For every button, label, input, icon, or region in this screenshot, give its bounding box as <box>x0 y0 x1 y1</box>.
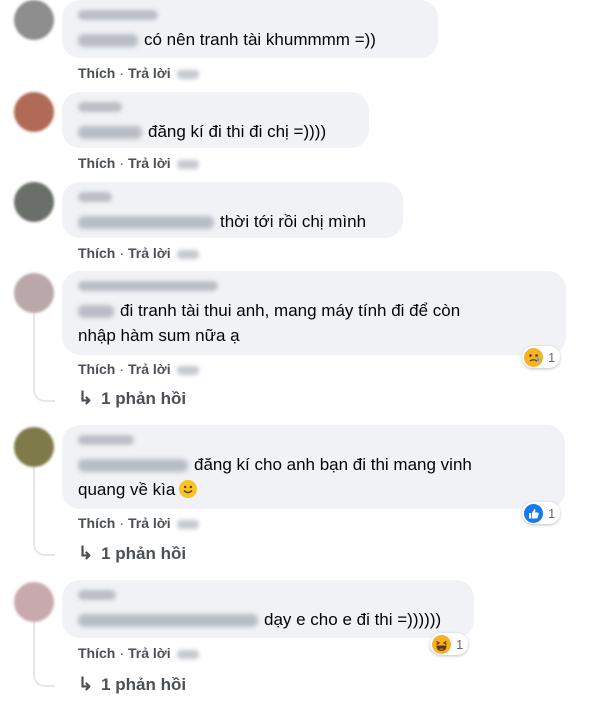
reaction-count: 1 <box>456 636 464 652</box>
timestamp-blurred <box>176 249 199 259</box>
avatar[interactable] <box>14 92 54 132</box>
author-name-blurred[interactable] <box>78 102 122 112</box>
reaction-summary[interactable]: 1 <box>522 346 561 368</box>
sad-reaction-icon <box>524 347 543 367</box>
comment-text: đăng kí đi thi đi chị =)))) <box>148 122 327 141</box>
comment-bubble: đăng kí đi thi đi chị =)))) <box>62 92 369 148</box>
author-name-blurred[interactable] <box>78 435 134 445</box>
reaction-summary[interactable]: 1 <box>430 633 469 655</box>
comment-actions: Thích · Trả lời <box>78 155 199 171</box>
timestamp-blurred <box>176 519 199 529</box>
comment-actions: Thích · Trả lời <box>78 361 199 377</box>
timestamp-blurred <box>176 649 199 659</box>
reaction-summary[interactable]: 1 <box>522 502 561 524</box>
replies-count: 1 phản hồi <box>101 544 187 563</box>
timestamp-blurred <box>176 365 199 375</box>
reply-arrow-icon: ↳ <box>78 543 94 563</box>
reply-link[interactable]: Trả lời <box>128 515 171 531</box>
avatar[interactable] <box>14 182 54 222</box>
reply-arrow-icon: ↳ <box>78 674 94 694</box>
reply-link[interactable]: Trả lời <box>128 65 171 81</box>
like-reaction-icon <box>524 503 543 523</box>
avatar[interactable] <box>14 582 54 622</box>
view-replies-link[interactable]: ↳ 1 phản hồi <box>78 388 186 409</box>
mention-blurred[interactable] <box>78 614 258 628</box>
like-link[interactable]: Thích <box>78 155 115 171</box>
author-name-blurred[interactable] <box>78 10 158 20</box>
replies-count: 1 phản hồi <box>101 389 187 408</box>
comment-bubble: đăng kí cho anh bạn đi thi mang vinh qua… <box>62 425 565 509</box>
reply-link[interactable]: Trả lời <box>128 155 171 171</box>
reaction-count: 1 <box>548 349 556 365</box>
view-replies-link[interactable]: ↳ 1 phản hồi <box>78 674 186 695</box>
comment-actions: Thích · Trả lời <box>78 645 199 661</box>
comment-text-line2: quang về kìa <box>78 480 176 499</box>
comment-text-line1: đăng kí cho anh bạn đi thi mang vinh <box>194 455 472 474</box>
haha-reaction-icon <box>432 634 451 654</box>
author-name-blurred[interactable] <box>78 192 112 202</box>
like-link[interactable]: Thích <box>78 65 115 81</box>
avatar[interactable] <box>14 0 54 40</box>
author-name-blurred[interactable] <box>78 590 116 600</box>
reply-link[interactable]: Trả lời <box>128 645 171 661</box>
like-link[interactable]: Thích <box>78 645 115 661</box>
comment-text: thời tới rồi chị mình <box>220 212 367 231</box>
comment-bubble: thời tới rồi chị mình <box>62 182 403 238</box>
comment-actions: Thích · Trả lời <box>78 245 199 261</box>
mention-blurred[interactable] <box>78 305 114 319</box>
timestamp-blurred <box>176 69 199 79</box>
replies-count: 1 phản hồi <box>101 675 187 694</box>
reaction-count: 1 <box>548 505 556 521</box>
avatar[interactable] <box>14 427 54 467</box>
thread-line <box>33 622 35 667</box>
mention-blurred[interactable] <box>78 34 138 48</box>
comment-text-line2: nhập hàm sum nữa ạ <box>78 326 240 345</box>
comment-bubble: đi tranh tài thui anh, mang máy tính đi … <box>62 271 566 355</box>
comment-text: dạy e cho e đi thi =)))))) <box>264 610 442 629</box>
comment-text: có nên tranh tài khummmm =)) <box>144 30 376 49</box>
author-name-blurred[interactable] <box>78 281 218 291</box>
timestamp-blurred <box>176 159 199 169</box>
thread-curve <box>33 667 55 687</box>
thread-curve <box>33 536 55 556</box>
comment-bubble: dạy e cho e đi thi =)))))) <box>62 580 474 638</box>
view-replies-link[interactable]: ↳ 1 phản hồi <box>78 543 186 564</box>
reply-link[interactable]: Trả lời <box>128 245 171 261</box>
like-link[interactable]: Thích <box>78 245 115 261</box>
thread-curve <box>33 382 55 402</box>
comment-actions: Thích · Trả lời <box>78 515 199 531</box>
mention-blurred[interactable] <box>78 126 142 140</box>
comment-bubble: có nên tranh tài khummmm =)) <box>62 0 438 58</box>
mention-blurred[interactable] <box>78 459 188 473</box>
mention-blurred[interactable] <box>78 216 214 230</box>
smile-emoji-icon <box>179 480 198 498</box>
reply-arrow-icon: ↳ <box>78 388 94 408</box>
reply-link[interactable]: Trả lời <box>128 361 171 377</box>
thread-line <box>33 467 35 542</box>
avatar[interactable] <box>14 273 54 313</box>
like-link[interactable]: Thích <box>78 361 115 377</box>
thread-line <box>33 312 35 387</box>
comment-actions: Thích · Trả lời <box>78 65 199 81</box>
comment-text-line1: đi tranh tài thui anh, mang máy tính đi … <box>120 301 461 320</box>
like-link[interactable]: Thích <box>78 515 115 531</box>
